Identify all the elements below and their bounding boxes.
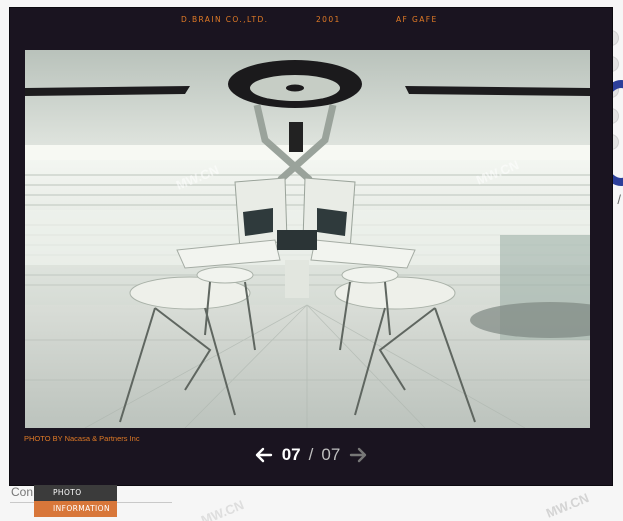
photo-image: [25, 50, 590, 428]
background-text: Con: [11, 485, 34, 499]
current-page: 07: [281, 445, 301, 464]
background-slash: /: [617, 192, 621, 207]
lightbox-header: D.BRAIN CO.,LTD. 2001 AF GAFE: [10, 8, 612, 30]
total-pages: 07: [321, 445, 341, 464]
tab-photo[interactable]: PHOTO: [34, 485, 117, 501]
watermark: MW.CN: [543, 490, 591, 521]
section-tabs: PHOTO INFORMATION: [34, 485, 117, 517]
page: / Con MW.CN MW.CN D.BRAIN CO.,LTD. 2001 …: [0, 0, 623, 521]
page-separator: /: [308, 445, 314, 464]
photo-credit: PHOTO BY Nacasa & Partners Inc: [24, 434, 140, 443]
watermark: MW.CN: [198, 497, 246, 521]
tab-information[interactable]: INFORMATION: [34, 501, 117, 517]
project-photo: MW.CN MW.CN: [25, 50, 590, 428]
arrow-left-icon[interactable]: [254, 445, 274, 465]
project-year: 2001: [316, 15, 341, 24]
arrow-right-icon[interactable]: [348, 445, 368, 465]
pagination: 07 / 07: [10, 445, 612, 469]
project-name: AF GAFE: [396, 15, 438, 24]
lightbox: D.BRAIN CO.,LTD. 2001 AF GAFE MW.CN MW.C…: [10, 8, 612, 485]
company-name: D.BRAIN CO.,LTD.: [181, 15, 269, 24]
